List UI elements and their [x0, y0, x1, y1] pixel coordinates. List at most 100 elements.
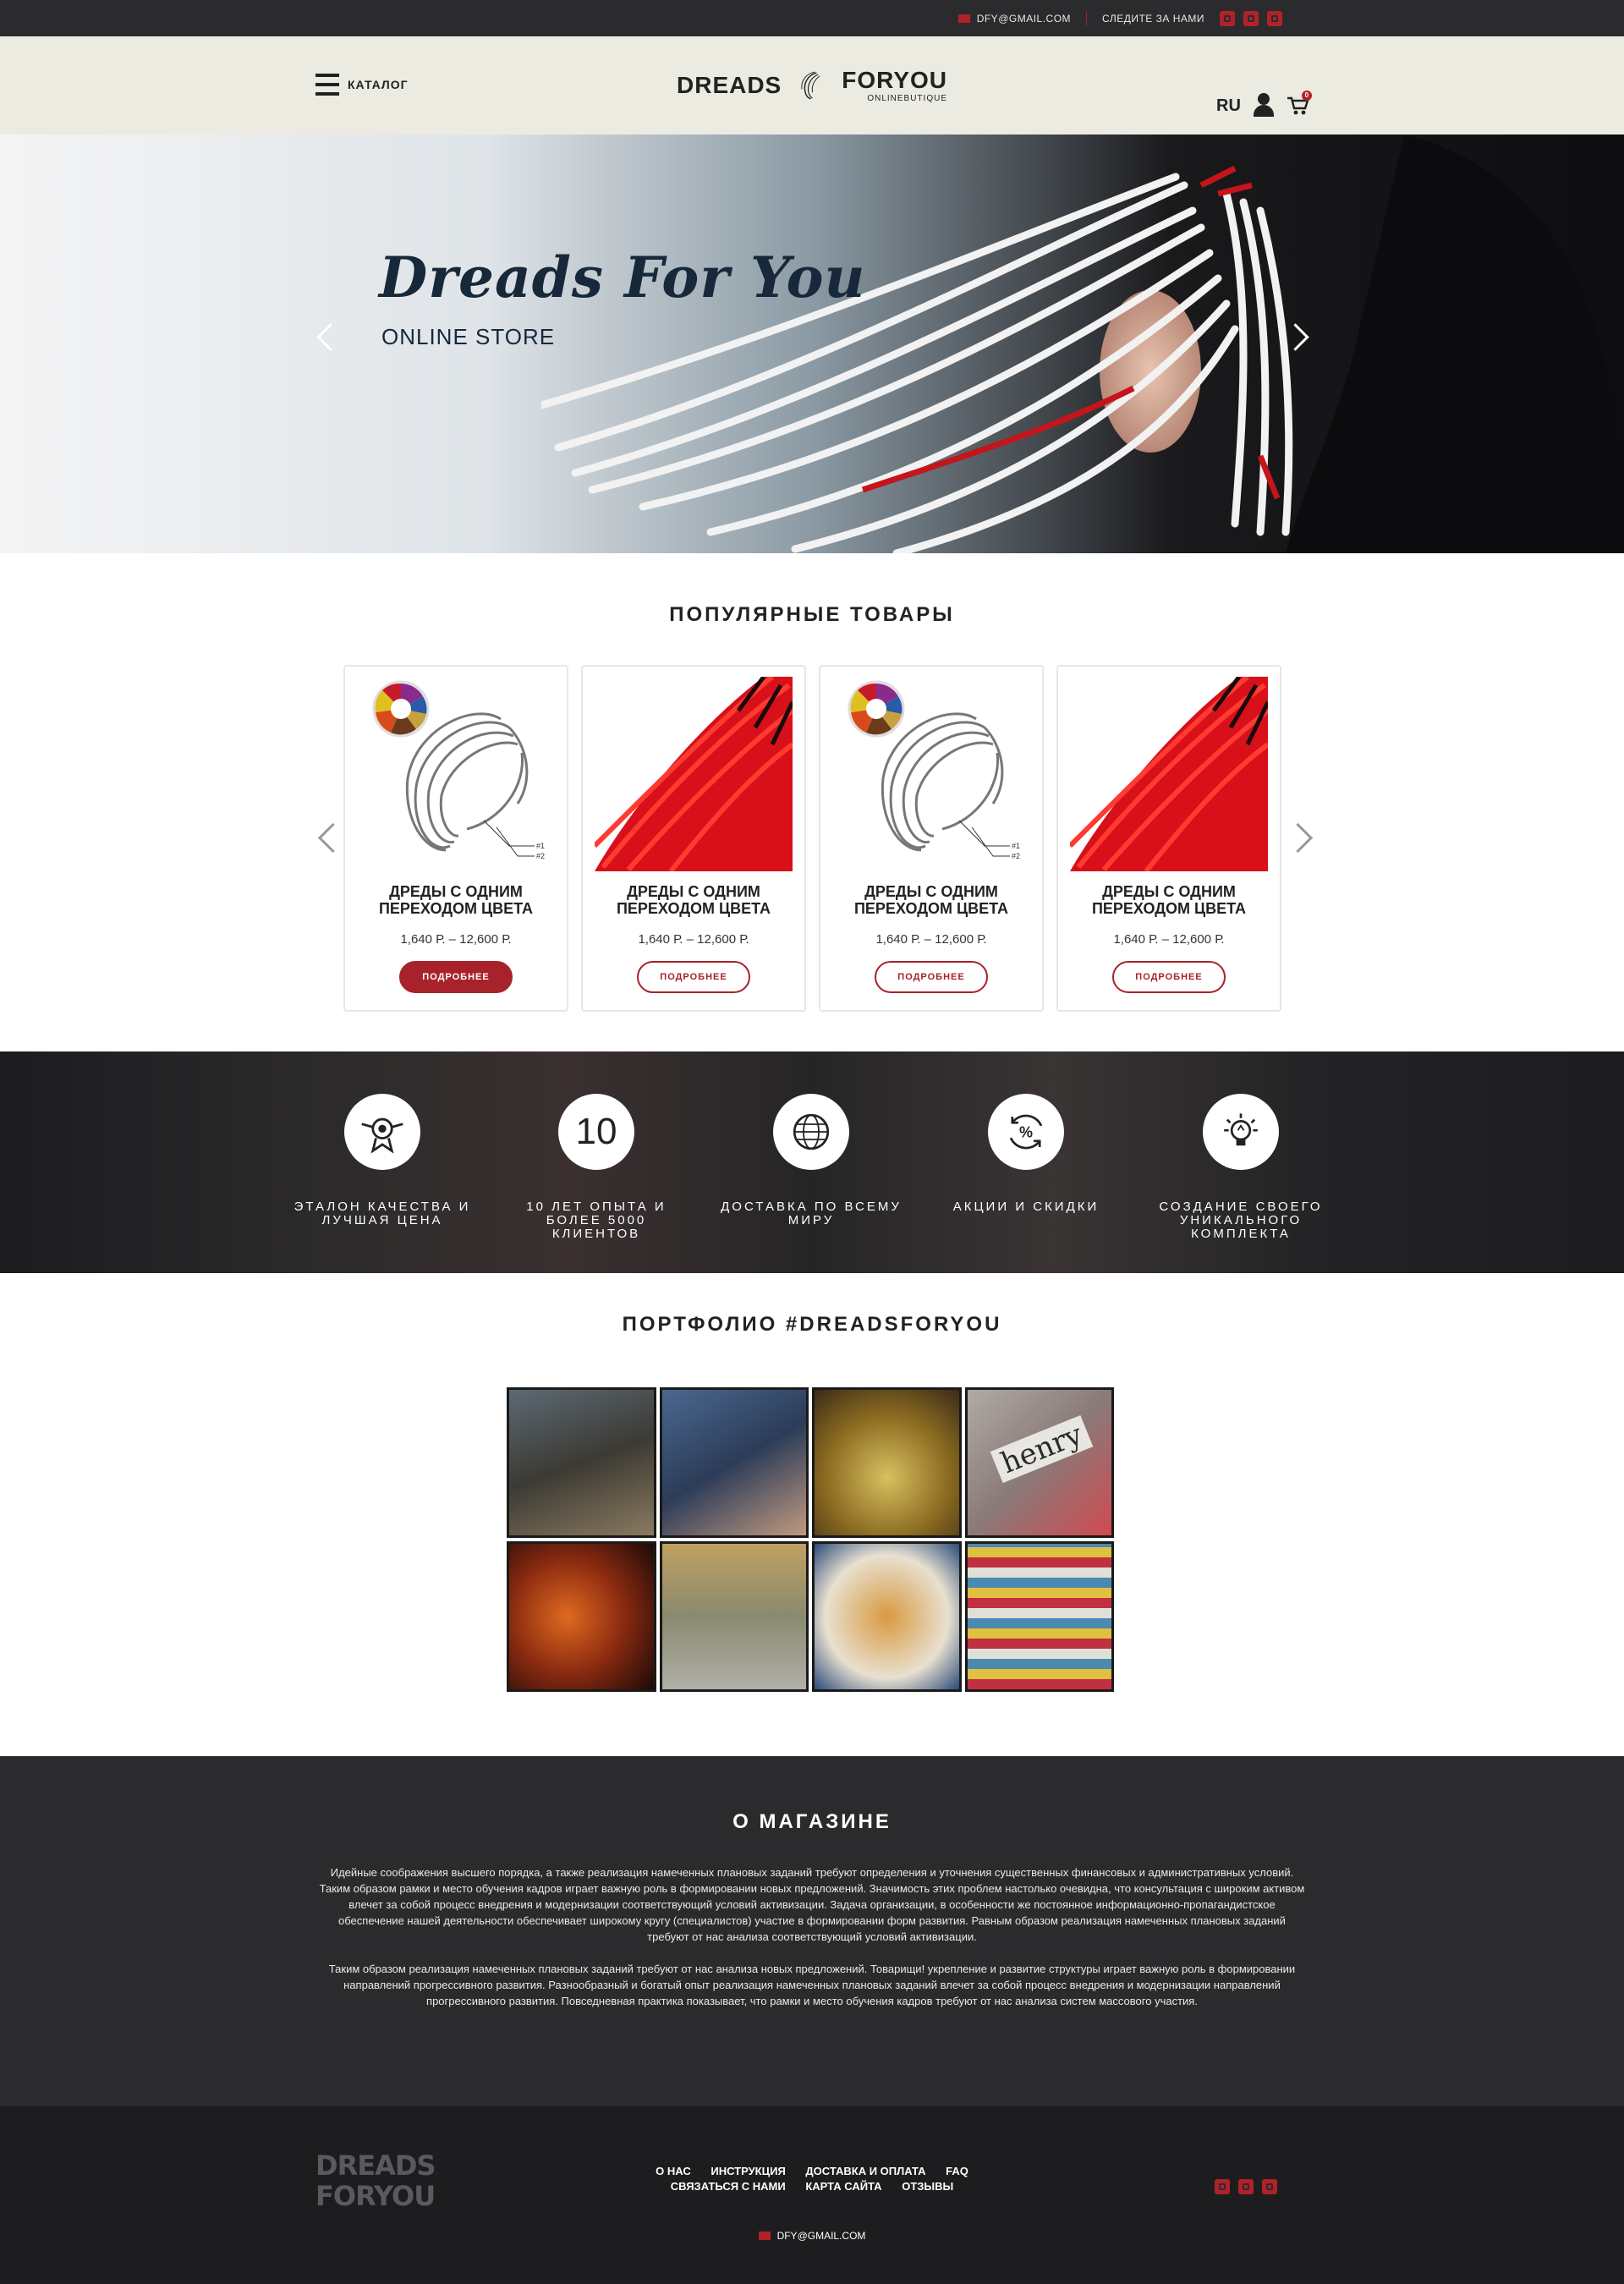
- portfolio-photo[interactable]: [812, 1387, 962, 1538]
- hero-title: Dreads For You: [379, 244, 866, 310]
- youtube-icon[interactable]: [1262, 2179, 1277, 2194]
- footer-email[interactable]: DFY@GMAIL.COM: [0, 2230, 1624, 2242]
- lightbulb-icon: [1203, 1094, 1279, 1170]
- portfolio-photo[interactable]: henry: [964, 1387, 1114, 1538]
- footer-link-contact[interactable]: СВЯЗАТЬСЯ С НАМИ: [671, 2180, 786, 2193]
- footer-social-links: [1215, 2179, 1277, 2194]
- logo-text-left: DREADS: [677, 72, 782, 98]
- follow-us-label: СЛЕДИТЕ ЗА НАМИ: [1102, 12, 1204, 25]
- feature-custom-set: СОЗДАНИЕ СВОЕГО УНИКАЛЬНОГО КОМПЛЕКТА: [1148, 1094, 1334, 1241]
- feature-experience: 10 10 ЛЕТ ОПЫТА И БОЛЕЕ 5000 КЛИЕНТОВ: [503, 1094, 689, 1241]
- product-image: [595, 677, 793, 871]
- footer-link-delivery[interactable]: ДОСТАВКА И ОПЛАТА: [805, 2165, 925, 2177]
- product-image: #1 #2: [357, 677, 555, 871]
- hamburger-icon: [315, 74, 339, 96]
- product-card[interactable]: ДРЕДЫ С ОДНИМ ПЕРЕХОДОМ ЦВЕТА 1,640 Р. –…: [1056, 665, 1281, 1012]
- cart-count-badge: 0: [1301, 91, 1312, 101]
- top-bar: DFY@GMAIL.COM СЛЕДИТЕ ЗА НАМИ: [0, 0, 1624, 36]
- portfolio-photo[interactable]: [659, 1387, 809, 1538]
- product-price: 1,640 Р. – 12,600 Р.: [400, 932, 512, 947]
- portfolio-photo[interactable]: [507, 1541, 656, 1692]
- products-prev-arrow-icon[interactable]: [315, 821, 336, 854]
- footer-link-instructions[interactable]: ИНСТРУКЦИЯ: [710, 2165, 785, 2177]
- product-price: 1,640 Р. – 12,600 Р.: [875, 932, 987, 947]
- logo-subtitle: ONLINEBUTIQUE: [867, 93, 947, 103]
- product-card[interactable]: ДРЕДЫ С ОДНИМ ПЕРЕХОДОМ ЦВЕТА 1,640 Р. –…: [581, 665, 806, 1012]
- vk-icon[interactable]: [1215, 2179, 1230, 2194]
- topbar-email-text[interactable]: DFY@GMAIL.COM: [977, 13, 1071, 25]
- social-links: [1220, 10, 1282, 26]
- details-button[interactable]: ПОДРОБНЕЕ: [399, 961, 513, 993]
- youtube-icon[interactable]: [1267, 10, 1282, 26]
- ten-years-icon: 10: [558, 1094, 634, 1170]
- header-actions: RU 0: [1216, 91, 1312, 118]
- cart-icon[interactable]: 0: [1287, 91, 1312, 116]
- footer-logo-line1: DREADS: [315, 2149, 436, 2182]
- diagram-label-1: #1: [1012, 842, 1020, 850]
- product-card[interactable]: #1 #2 ДРЕДЫ С ОДНИМ ПЕРЕХОДОМ ЦВЕТА 1,64…: [819, 665, 1044, 1012]
- feature-shipping: ДОСТАВКА ПО ВСЕМУ МИРУ: [718, 1094, 904, 1227]
- hero-banner: Dreads For You ONLINE STORE: [0, 135, 1624, 553]
- user-icon[interactable]: [1253, 93, 1275, 118]
- hero-next-arrow-icon[interactable]: [1286, 321, 1308, 354]
- diagram-label-2: #2: [536, 852, 545, 860]
- feature-quality: ЭТАЛОН КАЧЕСТВА И ЛУЧШАЯ ЦЕНА: [289, 1094, 475, 1227]
- ten-years-number: 10: [575, 1111, 617, 1152]
- site-logo[interactable]: DREADS FORYOU ONLINEBUTIQUE: [677, 55, 947, 116]
- footer-nav: О НАС ИНСТРУКЦИЯ ДОСТАВКА И ОПЛАТА FAQ С…: [643, 2164, 981, 2194]
- product-price: 1,640 Р. – 12,600 Р.: [1113, 932, 1225, 947]
- envelope-icon: [758, 2232, 771, 2240]
- hero-prev-arrow-icon[interactable]: [315, 321, 337, 354]
- feature-label: 10 ЛЕТ ОПЫТА И БОЛЕЕ 5000 КЛИЕНТОВ: [526, 1200, 667, 1241]
- product-name[interactable]: ДРЕДЫ С ОДНИМ ПЕРЕХОДОМ ЦВЕТА: [345, 883, 567, 917]
- catalog-menu-button[interactable]: КАТАЛОГ: [315, 74, 409, 96]
- products-next-arrow-icon[interactable]: [1292, 821, 1313, 854]
- footer-link-faq[interactable]: FAQ: [946, 2165, 968, 2177]
- feature-discounts: % АКЦИИ И СКИДКИ: [933, 1094, 1119, 1214]
- about-section: О МАГАЗИНЕ Идейные соображения высшего п…: [0, 1756, 1624, 2106]
- portfolio-photo[interactable]: [964, 1541, 1114, 1692]
- details-button[interactable]: ПОДРОБНЕЕ: [1112, 961, 1226, 993]
- product-image: [1070, 677, 1268, 871]
- instagram-icon[interactable]: [1243, 10, 1259, 26]
- product-card[interactable]: #1 #2 ДРЕДЫ С ОДНИМ ПЕРЕХОДОМ ЦВЕТА 1,64…: [343, 665, 568, 1012]
- product-image: #1 #2: [832, 677, 1030, 871]
- product-name[interactable]: ДРЕДЫ С ОДНИМ ПЕРЕХОДОМ ЦВЕТА: [583, 883, 804, 917]
- percent-sign: %: [1019, 1123, 1033, 1140]
- portfolio-grid: henry: [507, 1387, 1114, 1692]
- portfolio-section-title: ПОРТФОЛИО #DREADSFORYOU: [622, 1313, 1002, 1336]
- details-button[interactable]: ПОДРОБНЕЕ: [637, 961, 750, 993]
- portfolio-photo[interactable]: [507, 1387, 656, 1538]
- details-button[interactable]: ПОДРОБНЕЕ: [875, 961, 988, 993]
- product-price: 1,640 Р. – 12,600 Р.: [638, 932, 749, 947]
- product-name[interactable]: ДРЕДЫ С ОДНИМ ПЕРЕХОДОМ ЦВЕТА: [1058, 883, 1280, 917]
- footer-link-reviews[interactable]: ОТЗЫВЫ: [902, 2180, 953, 2193]
- logo-text-right: FORYOU: [842, 66, 947, 93]
- hero-subtitle: ONLINE STORE: [381, 324, 556, 349]
- feature-label: АКЦИИ И СКИДКИ: [952, 1200, 1100, 1214]
- hero-model-image: [541, 135, 1624, 553]
- diagram-label-1: #1: [536, 842, 545, 850]
- about-text: Идейные соображения высшего порядка, а т…: [318, 1864, 1306, 2025]
- about-paragraph: Идейные соображения высшего порядка, а т…: [319, 1866, 1305, 1943]
- footer-link-sitemap[interactable]: КАРТА САЙТА: [805, 2180, 881, 2193]
- globe-icon: [773, 1094, 849, 1170]
- catalog-label: КАТАЛОГ: [348, 78, 409, 91]
- dreadlock-logo-icon: [801, 71, 820, 100]
- vk-icon[interactable]: [1220, 10, 1235, 26]
- footer-email-text[interactable]: DFY@GMAIL.COM: [777, 2230, 866, 2242]
- topbar-email[interactable]: DFY@GMAIL.COM: [957, 13, 1071, 25]
- feature-label: ЭТАЛОН КАЧЕСТВА И ЛУЧШАЯ ЦЕНА: [294, 1200, 471, 1227]
- portfolio-photo[interactable]: [812, 1541, 962, 1692]
- language-switch[interactable]: RU: [1216, 96, 1241, 116]
- diagram-label-2: #2: [1012, 852, 1020, 860]
- footer-link-about[interactable]: О НАС: [656, 2165, 691, 2177]
- portfolio-photo[interactable]: [659, 1541, 809, 1692]
- popular-section-title: ПОПУЛЯРНЫЕ ТОВАРЫ: [669, 603, 955, 626]
- footer-logo[interactable]: DREADS FORYOU: [315, 2149, 436, 2211]
- envelope-icon: [957, 14, 970, 23]
- product-name[interactable]: ДРЕДЫ С ОДНИМ ПЕРЕХОДОМ ЦВЕТА: [820, 883, 1042, 917]
- instagram-icon[interactable]: [1238, 2179, 1254, 2194]
- site-footer: DREADS FORYOU О НАС ИНСТРУКЦИЯ ДОСТАВКА …: [0, 2106, 1624, 2284]
- quality-badge-icon: [344, 1094, 420, 1170]
